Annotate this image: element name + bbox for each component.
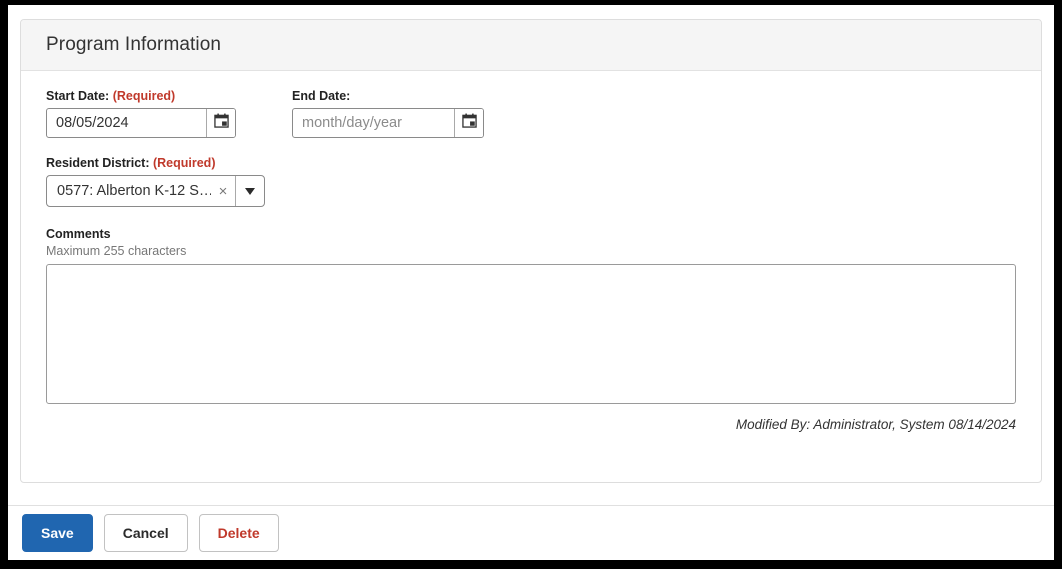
comments-label: Comments [46,227,111,241]
page-title: Program Information [46,34,222,55]
clear-icon[interactable]: × [211,176,235,206]
calendar-icon [461,113,477,133]
chevron-down-icon[interactable] [235,176,264,206]
start-date-calendar-button[interactable] [206,109,235,137]
page-canvas: Program Information Start Date: (Require… [8,5,1054,560]
start-date-label: Start Date: (Required) [46,89,292,103]
card-body: Start Date: (Required) 08/05/2024 End Da… [21,71,1041,432]
resident-district-label-text: Resident District: [46,156,150,170]
save-button[interactable]: Save [22,514,93,552]
end-date-label: End Date: [292,89,351,103]
comments-max-length-hint: Maximum 255 characters [46,244,187,258]
cancel-button[interactable]: Cancel [103,514,188,552]
date-fields-row: Start Date: (Required) 08/05/2024 End Da… [46,89,1016,138]
resident-district-selected-value: 0577: Alberton K-12 S… [57,183,211,199]
comments-textarea[interactable] [46,264,1016,404]
calendar-icon [213,113,229,133]
start-date-input[interactable]: 08/05/2024 [47,109,206,137]
start-date-required-flag: (Required) [112,89,176,103]
end-date-field-group: End Date: month/day/year [292,89,492,138]
end-date-input-wrapper[interactable]: month/day/year [292,108,484,138]
caret-triangle [245,187,255,195]
resident-district-select[interactable]: 0577: Alberton K-12 S… × [46,175,265,207]
resident-district-field-group: Resident District: (Required) 0577: Albe… [46,156,1016,207]
modified-by-text: Modified By: Administrator, System 08/14… [735,417,1016,432]
resident-district-label: Resident District: (Required) [46,156,1016,170]
start-date-input-wrapper[interactable]: 08/05/2024 [46,108,236,138]
comments-field-group: Comments Maximum 255 characters [46,227,1016,404]
action-button-bar: Save Cancel Delete [8,506,1054,560]
end-date-calendar-button[interactable] [454,109,483,137]
screenshot-frame: Program Information Start Date: (Require… [0,0,1062,569]
end-date-input[interactable]: month/day/year [293,109,454,137]
program-information-card: Program Information Start Date: (Require… [20,19,1042,483]
start-date-label-text: Start Date: [46,89,110,103]
card-header: Program Information [21,20,1041,71]
delete-button[interactable]: Delete [198,514,279,552]
resize-handle-icon[interactable] [1001,389,1014,402]
start-date-field-group: Start Date: (Required) 08/05/2024 [46,89,292,138]
resident-district-required-flag: (Required) [152,156,216,170]
